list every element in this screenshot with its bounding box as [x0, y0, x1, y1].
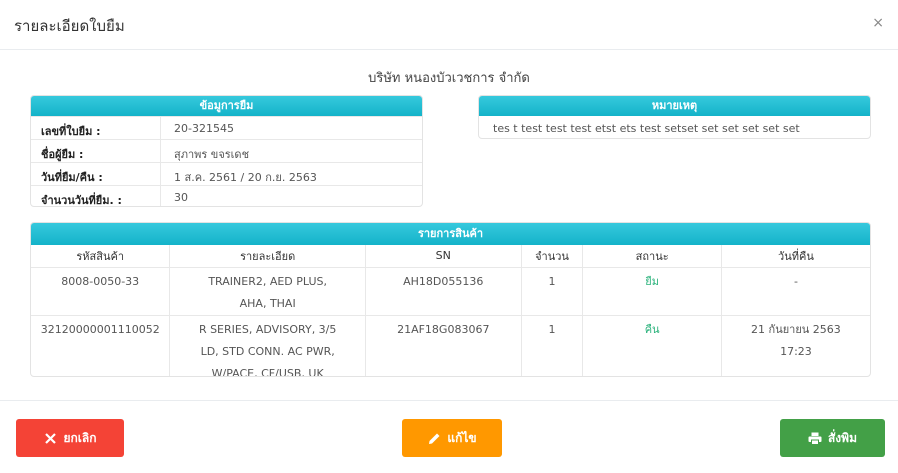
printer-icon: [808, 431, 822, 445]
item-return-date: 21 กันยายน 2563 17:23: [751, 322, 841, 358]
item-status: คืน: [582, 315, 722, 376]
days-label: จำนวนวันที่ยืม. :: [31, 186, 161, 206]
cancel-label: ยกเลิก: [63, 430, 97, 445]
item-qty: 1: [521, 267, 584, 316]
item-qty: 1: [521, 315, 584, 376]
col-code: รหัสสินค้า: [31, 245, 171, 268]
print-button[interactable]: สั่งพิม: [780, 419, 885, 457]
items-card: รายการสินค้า รหัสสินค้า รายละเอียด SN จำ…: [30, 222, 871, 377]
loan-row-number: เลขที่ใบยืม : 20-321545: [31, 116, 422, 139]
loan-number-value: 20-321545: [174, 122, 234, 135]
remark-card: หมายเหตุ tes t test test test etst ets t…: [478, 95, 871, 139]
col-qty: จำนวน: [521, 245, 584, 268]
item-return-date: -: [721, 267, 870, 316]
footer-divider: [0, 400, 898, 401]
item-code: 8008-0050-33: [31, 267, 171, 316]
item-sn: 21AF18G083067: [365, 315, 522, 376]
modal-title: รายละเอียดใบยืม: [14, 17, 125, 35]
loan-info-card: ข้อมูการยืม เลขที่ใบยืม : 20-321545 ชื่อ…: [30, 95, 423, 207]
item-detail: R SERIES, ADVISORY, 3/5 LD, STD CONN. AC…: [169, 315, 366, 376]
remark-text: tes t test test test etst ets test setse…: [493, 122, 800, 135]
item-detail: TRAINER2, AED PLUS, AHA, THAI: [169, 267, 366, 316]
loan-row-dates: วันที่ยืม/คืน : 1 ส.ค. 2561 / 20 ก.ย. 25…: [31, 162, 422, 185]
borrower-value: สุภาพร ขจรเดช: [174, 148, 250, 161]
company-name: บริษัท หนองบัวเวชการ จำกัด: [368, 71, 530, 86]
table-header-row: รหัสสินค้า รายละเอียด SN จำนวน สถานะ วัน…: [31, 245, 870, 268]
loan-row-days: จำนวนวันที่ยืม. : 30: [31, 185, 422, 206]
close-icon[interactable]: ×: [872, 15, 884, 31]
item-sn: AH18D055136: [365, 267, 522, 316]
remark-header: หมายเหตุ: [479, 96, 870, 116]
close-icon: [43, 431, 57, 445]
borrower-label: ชื่อผู้ยืม :: [31, 140, 161, 162]
print-label: สั่งพิม: [827, 430, 857, 445]
col-sn: SN: [365, 245, 522, 268]
item-code: 32120000001110052: [31, 315, 171, 376]
loan-info-header: ข้อมูการยืม: [31, 96, 422, 116]
dates-label: วันที่ยืม/คืน :: [31, 163, 161, 185]
pencil-icon: [427, 431, 441, 445]
col-status: สถานะ: [582, 245, 722, 268]
edit-button[interactable]: แก้ไข: [402, 419, 502, 457]
dates-value: 1 ส.ค. 2561 / 20 ก.ย. 2563: [174, 171, 317, 184]
items-table: รหัสสินค้า รายละเอียด SN จำนวน สถานะ วัน…: [31, 245, 870, 376]
col-return-date: วันที่คืน: [721, 245, 870, 268]
modal-header: รายละเอียดใบยืม ×: [0, 0, 898, 50]
items-header: รายการสินค้า: [31, 223, 870, 245]
days-value: 30: [174, 191, 188, 204]
loan-row-borrower: ชื่อผู้ยืม : สุภาพร ขจรเดช: [31, 139, 422, 162]
loan-number-label: เลขที่ใบยืม :: [31, 117, 161, 139]
item-status: ยืม: [582, 267, 722, 316]
table-row: 32120000001110052 R SERIES, ADVISORY, 3/…: [31, 315, 870, 376]
table-row: 8008-0050-33 TRAINER2, AED PLUS, AHA, TH…: [31, 267, 870, 316]
col-detail: รายละเอียด: [169, 245, 366, 268]
cancel-button[interactable]: ยกเลิก: [16, 419, 124, 457]
edit-label: แก้ไข: [447, 430, 477, 445]
